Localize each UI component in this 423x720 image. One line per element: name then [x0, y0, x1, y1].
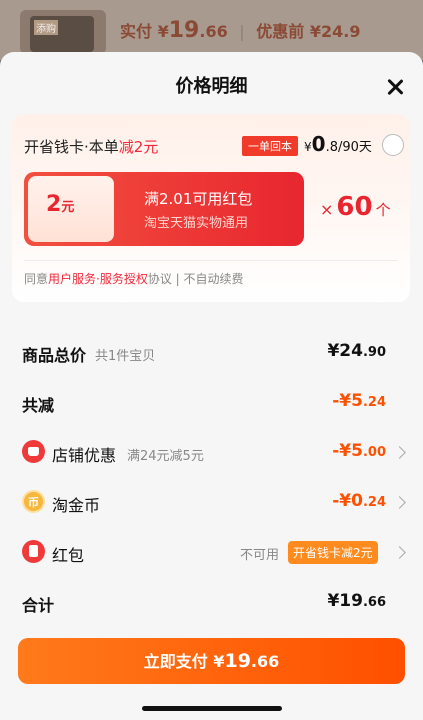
subtotal-value: ¥19.66 [327, 591, 386, 611]
pay-now-button[interactable]: 立即支付 ¥19.66 [18, 638, 405, 684]
chevron-right-icon [393, 446, 406, 459]
subtotal-label: 合计 [22, 596, 55, 615]
background-price-summary: 实付 ¥19.66 | 优惠前 ¥24.9 [120, 18, 361, 43]
coupon-condition: 满2.01可用红包 [144, 190, 253, 208]
price-detail-sheet: 价格明细 开省钱卡·本单减2元 一单回本 ¥0.8/90天 2元 满2.01可用… [0, 52, 423, 720]
row-total-reduction: 共减 -¥5.24 [0, 378, 423, 428]
taojinbi-value: -¥0.24 [332, 491, 386, 511]
row-total-price: 商品总价 共1件宝贝 ¥24.90 [0, 328, 423, 378]
thumbnail-label: 添购 [34, 20, 58, 35]
item-count: 共1件宝贝 [95, 349, 156, 364]
chevron-right-icon [393, 546, 406, 559]
coin-icon: 币 [22, 490, 45, 513]
shop-discount-rule: 满24元减5元 [127, 449, 204, 464]
divider [24, 260, 398, 261]
agreement-link[interactable]: 用户服务·服务授权 [48, 272, 148, 286]
background-page: 添购 实付 ¥19.66 | 优惠前 ¥24.9 [0, 0, 423, 60]
red-packet-coupon: 2元 满2.01可用红包 淘宝天猫实物通用 [24, 172, 304, 246]
row-subtotal: 合计 ¥19.66 [0, 578, 423, 628]
savings-card-price: ¥0.8/90天 [304, 132, 372, 156]
reduction-label: 共减 [22, 396, 55, 415]
total-price-label: 商品总价 [22, 346, 87, 365]
red-packet-label: 红包 [52, 546, 85, 565]
shop-icon [22, 440, 45, 463]
red-packet-unavailable: 不可用 [240, 548, 280, 563]
coupon-description: 淘宝天猫实物通用 [144, 216, 249, 231]
sheet-title: 价格明细 [175, 76, 248, 97]
promo-title: 开省钱卡·本单减2元 [24, 138, 159, 156]
savings-card-tag[interactable]: 开省钱卡减2元 [288, 541, 378, 564]
home-indicator[interactable] [142, 706, 282, 711]
payback-tag: 一单回本 [242, 136, 298, 156]
shop-discount-label: 店铺优惠 [52, 446, 117, 465]
row-red-packet[interactable]: 红包 不可用 开省钱卡减2元 [0, 528, 423, 578]
coupon-quantity: × 60 个 [320, 192, 391, 222]
taojinbi-label: 淘金币 [52, 496, 101, 515]
row-shop-discount[interactable]: 店铺优惠 满24元减5元 -¥5.00 [0, 428, 423, 478]
savings-card-promo: 开省钱卡·本单减2元 一单回本 ¥0.8/90天 2元 满2.01可用红包 淘宝… [12, 114, 410, 302]
coupon-amount: 2元 [46, 192, 75, 217]
reduction-value: -¥5.24 [332, 391, 386, 411]
chevron-right-icon [393, 496, 406, 509]
savings-card-radio[interactable] [382, 134, 404, 156]
close-icon[interactable] [386, 78, 404, 96]
red-packet-icon [22, 540, 45, 563]
product-thumbnail: 添购 [20, 10, 106, 54]
row-taojinbi[interactable]: 币 淘金币 -¥0.24 [0, 478, 423, 528]
shop-discount-value: -¥5.00 [332, 441, 386, 461]
total-price-value: ¥24.90 [327, 341, 386, 361]
agreement-text: 同意用户服务·服务授权协议 | 不自动续费 [24, 272, 244, 286]
